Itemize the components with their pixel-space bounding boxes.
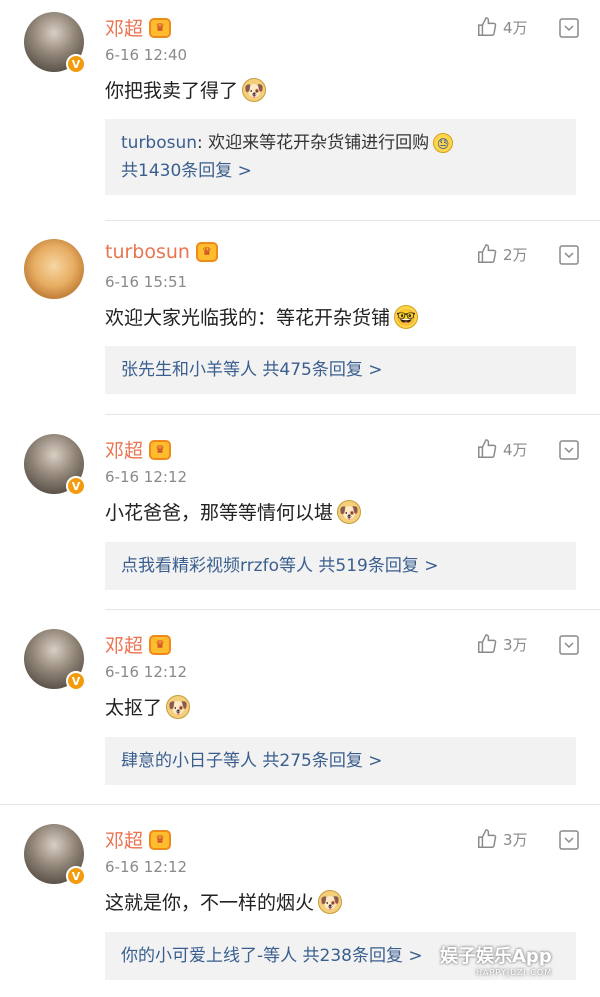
verified-badge-icon: V [66,476,86,496]
reply-author[interactable]: turbosun [121,129,197,157]
comment-text-content: 小花爸爸，那等等情何以堪 [105,502,334,524]
doge-emoji-icon: 🐶 [166,694,191,719]
reply-count-text: 共1430条回复 > [121,161,252,181]
reply-count-text: 你的小可爱上线了-等人 共238条回复 > [121,946,423,966]
comment-text: 小花爸爸，那等等情何以堪 🐶 [105,498,362,525]
reply-preview[interactable]: 张先生和小羊等人 共475条回复 > [105,346,576,394]
username[interactable]: 邓超 [105,436,143,463]
thumbs-up-icon [478,634,497,653]
timestamp: 6-16 15:51 [105,273,188,291]
thumbs-up-icon [478,17,497,36]
more-options-chevron-icon[interactable] [559,18,579,38]
vip-crown-icon: ♛ [149,829,172,850]
reply-count-link[interactable]: 肆意的小日子等人 共275条回复 > [121,747,560,775]
reply-count-text: 张先生和小羊等人 共475条回复 > [121,360,383,380]
verified-badge-icon: V [66,866,86,886]
username[interactable]: turbosun [105,241,190,263]
avatar[interactable]: V [24,824,86,886]
comment-text-content: 欢迎大家光临我的：等花开杂货铺 [105,307,391,329]
like-button[interactable]: 4万 [476,16,528,38]
timestamp: 6-16 12:12 [105,858,188,876]
doge-emoji-icon: 🐶 [337,499,362,524]
vip-crown-icon: ♛ [195,242,218,262]
username[interactable]: 邓超 [105,631,143,658]
thumbs-up-icon [478,439,497,458]
like-button[interactable]: 2万 [476,243,528,265]
username[interactable]: 邓超 [105,826,143,853]
more-options-chevron-icon[interactable] [559,635,579,655]
vip-crown-icon: ♛ [149,439,172,460]
more-options-chevron-icon[interactable] [559,440,579,460]
doge-emoji-icon: 🐶 [318,889,343,914]
watermark-logo: 娱子娱乐App HAPPYJUZI.COM [440,942,552,977]
reply-count-text: 点我看精彩视频rrzfo等人 共519条回复 > [121,556,439,576]
reply-preview[interactable]: 肆意的小日子等人 共275条回复 > [105,737,576,785]
vip-crown-icon: ♛ [149,17,172,38]
thumbs-up-icon [478,829,497,848]
avatar[interactable]: V [24,629,86,691]
reply-line: turbosun : 欢迎来等花开杂货铺进行回购 😓 [121,129,560,157]
like-count: 2万 [503,245,528,264]
avatar[interactable] [24,239,84,299]
reply-preview[interactable]: 点我看精彩视频rrzfo等人 共519条回复 > [105,542,576,590]
reply-text: : 欢迎来等花开杂货铺进行回购 [197,133,430,153]
comment-text-content: 这就是你，不一样的烟火 [105,892,315,914]
reply-preview[interactable]: turbosun : 欢迎来等花开杂货铺进行回购 😓 共1430条回复 > [105,119,576,195]
comment-text: 欢迎大家光临我的：等花开杂货铺 🤓 [105,303,419,330]
comment-text-content: 太抠了 [105,697,163,719]
comment-text: 你把我卖了得了 🐶 [105,76,267,103]
timestamp: 6-16 12:12 [105,468,188,486]
nerd-glasses-emoji-icon: 🤓 [394,304,419,329]
watermark-text: 娱子娱乐App [440,946,552,967]
like-button[interactable]: 4万 [476,438,528,460]
divider [105,609,600,610]
divider [105,414,600,415]
comment-text: 这就是你，不一样的烟火 🐶 [105,888,343,915]
reply-count-link[interactable]: 共1430条回复 > [121,157,560,185]
vip-crown-icon: ♛ [149,634,172,655]
verified-badge-icon: V [66,54,86,74]
like-count: 3万 [503,830,528,849]
like-count: 4万 [503,440,528,459]
comment-feed: V 邓超 ♛ 6-16 12:40 4万 你把我卖了得了 🐶 turbosun … [0,0,600,997]
doge-emoji-icon: 🐶 [242,77,267,102]
comment-text-content: 你把我卖了得了 [105,80,239,102]
like-count: 3万 [503,635,528,654]
comment-text: 太抠了 🐶 [105,693,191,720]
sweat-emoji-icon: 😓 [433,133,454,153]
username[interactable]: 邓超 [105,14,143,41]
reply-count-link[interactable]: 点我看精彩视频rrzfo等人 共519条回复 > [121,552,560,580]
avatar-photo [24,239,84,299]
reply-count-link[interactable]: 张先生和小羊等人 共475条回复 > [121,356,560,384]
like-button[interactable]: 3万 [476,828,528,850]
verified-badge-icon: V [66,671,86,691]
timestamp: 6-16 12:12 [105,663,188,681]
divider [0,804,600,805]
thumbs-up-icon [478,244,497,263]
like-button[interactable]: 3万 [476,633,528,655]
reply-count-text: 肆意的小日子等人 共275条回复 > [121,751,383,771]
watermark-subtext: HAPPYJUZI.COM [476,968,553,977]
like-count: 4万 [503,18,528,37]
more-options-chevron-icon[interactable] [559,245,579,265]
avatar[interactable]: V [24,434,86,496]
avatar[interactable]: V [24,12,86,74]
divider [105,220,600,221]
timestamp: 6-16 12:40 [105,46,188,64]
more-options-chevron-icon[interactable] [559,830,579,850]
